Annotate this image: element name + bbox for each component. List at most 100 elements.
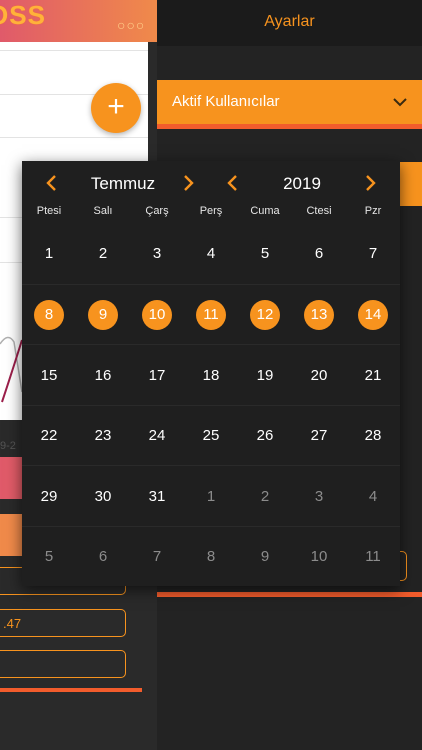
calendar-day-other-month[interactable]: 7 xyxy=(130,527,184,587)
calendar-day-label: 9 xyxy=(260,548,270,565)
calendar-day[interactable]: 7 xyxy=(346,223,400,283)
more-dots-icon[interactable]: ○○○ xyxy=(117,17,145,33)
calendar-day-label: 6 xyxy=(98,548,108,565)
calendar-day[interactable]: 4 xyxy=(184,223,238,283)
calendar-day-label: 9 xyxy=(88,299,118,330)
calendar-week-row: 15 16 17 18 19 20 21 xyxy=(22,344,400,405)
calendar-day[interactable]: 27 xyxy=(292,406,346,466)
calendar-day-selected[interactable]: 13 xyxy=(292,285,346,345)
card-divider xyxy=(0,50,148,51)
chevron-left-icon xyxy=(46,175,56,191)
calendar-day[interactable]: 5 xyxy=(238,223,292,283)
calendar-day-label: 14 xyxy=(358,299,388,330)
active-users-dropdown[interactable]: Aktif Kullanıcılar xyxy=(157,80,422,124)
calendar-day[interactable]: 26 xyxy=(238,406,292,466)
calendar-day-selected[interactable]: 12 xyxy=(238,285,292,345)
calendar-day-label: 28 xyxy=(364,427,382,444)
calendar-day-label: 29 xyxy=(40,487,58,505)
calendar-week-row: 29 30 31 1 2 3 4 xyxy=(22,465,400,526)
calendar-day-other-month[interactable]: 2 xyxy=(238,466,292,526)
calendar-day-selected[interactable]: 11 xyxy=(184,285,238,345)
calendar-day-label: 1 xyxy=(206,487,216,505)
app-logo: OSS xyxy=(0,0,46,30)
calendar-day-label: 25 xyxy=(202,427,220,444)
calendar-day-label: 7 xyxy=(152,548,162,565)
settings-underline xyxy=(157,592,422,597)
calendar-day[interactable]: 15 xyxy=(22,345,76,405)
calendar-day[interactable]: 31 xyxy=(130,466,184,526)
calendar-day[interactable]: 21 xyxy=(346,345,400,405)
calendar-day-label: 10 xyxy=(310,548,328,565)
calendar-day-selected[interactable]: 10 xyxy=(130,285,184,345)
calendar-day[interactable]: 29 xyxy=(22,466,76,526)
calendar-day-other-month[interactable]: 6 xyxy=(76,527,130,587)
dropdown-label: Aktif Kullanıcılar xyxy=(172,93,280,110)
calendar-day[interactable]: 25 xyxy=(184,406,238,466)
calendar-week-row: 5 6 7 8 9 10 11 xyxy=(22,525,400,587)
calendar-day-label: 20 xyxy=(310,366,328,384)
calendar-header: Temmuz 2019 xyxy=(22,161,400,205)
calendar-day-label: 13 xyxy=(304,299,334,330)
calendar-day[interactable]: 18 xyxy=(184,345,238,405)
calendar-day[interactable]: 17 xyxy=(130,345,184,405)
next-month-button[interactable] xyxy=(178,173,198,193)
calendar-day-selected[interactable]: 9 xyxy=(76,285,130,345)
calendar-day-other-month[interactable]: 4 xyxy=(346,466,400,526)
calendar-day[interactable]: 22 xyxy=(22,406,76,466)
calendar-day-label: 12 xyxy=(250,299,280,330)
calendar-day-label: 11 xyxy=(365,548,381,565)
calendar-day[interactable]: 24 xyxy=(130,406,184,466)
calendar-day[interactable]: 16 xyxy=(76,345,130,405)
graph-date-label: 9-2 xyxy=(0,440,16,452)
prev-year-button[interactable] xyxy=(223,173,243,193)
calendar-day-label: 4 xyxy=(368,487,378,505)
chevron-right-icon xyxy=(184,175,194,191)
calendar-day-label: 6 xyxy=(314,244,324,262)
calendar-day-selected[interactable]: 8 xyxy=(22,285,76,345)
calendar-day-selected[interactable]: 14 xyxy=(346,285,400,345)
calendar-day-other-month[interactable]: 10 xyxy=(292,527,346,587)
calendar-day[interactable]: 6 xyxy=(292,223,346,283)
add-button[interactable]: + xyxy=(91,83,141,133)
calendar-day-other-month[interactable]: 3 xyxy=(292,466,346,526)
calendar-day-label: 18 xyxy=(202,366,220,384)
calendar-day-label: 5 xyxy=(44,548,54,565)
calendar-day-other-month[interactable]: 5 xyxy=(22,527,76,587)
background-value-field[interactable]: .47 xyxy=(0,609,126,637)
field-value: .47 xyxy=(3,616,22,631)
background-field[interactable] xyxy=(0,650,126,678)
calendar-day[interactable]: 28 xyxy=(346,406,400,466)
calendar-day-label: 16 xyxy=(94,366,112,384)
calendar-day-label: 8 xyxy=(34,299,64,330)
calendar-day[interactable]: 2 xyxy=(76,223,130,283)
calendar-day-label: 10 xyxy=(142,299,172,330)
calendar-day-other-month[interactable]: 11 xyxy=(346,527,400,587)
date-picker-popup: Temmuz 2019 Ptesi Salı Çarş Perş Cuma Ct… xyxy=(22,161,400,586)
year-label: 2019 xyxy=(283,174,321,193)
calendar-week-row: 22 23 24 25 26 27 28 xyxy=(22,404,400,466)
calendar-week-row: 8 9 10 11 12 13 14 xyxy=(22,283,400,345)
calendar-day[interactable]: 1 xyxy=(22,223,76,283)
calendar-day-label: 31 xyxy=(148,487,166,505)
next-year-button[interactable] xyxy=(360,173,380,193)
calendar-day-label: 4 xyxy=(206,244,216,262)
calendar-day-label: 26 xyxy=(256,427,274,444)
calendar-day-other-month[interactable]: 9 xyxy=(238,527,292,587)
background-app-header: OSS ○○○ xyxy=(0,0,157,42)
calendar-day-other-month[interactable]: 1 xyxy=(184,466,238,526)
calendar-day[interactable]: 23 xyxy=(76,406,130,466)
calendar-day[interactable]: 3 xyxy=(130,223,184,283)
calendar-day-other-month[interactable]: 8 xyxy=(184,527,238,587)
calendar-day-label: 15 xyxy=(40,366,58,384)
card-divider xyxy=(0,137,148,138)
settings-nav-bar: Ayarlar xyxy=(157,0,422,46)
calendar-day[interactable]: 19 xyxy=(238,345,292,405)
plus-icon: + xyxy=(107,90,125,123)
prev-month-button[interactable] xyxy=(42,173,62,193)
calendar-day[interactable]: 20 xyxy=(292,345,346,405)
calendar-day-label: 17 xyxy=(148,366,166,384)
dropdown-underline xyxy=(157,124,422,129)
calendar-day[interactable]: 30 xyxy=(76,466,130,526)
background-underline xyxy=(0,688,142,692)
page-title: Ayarlar xyxy=(264,13,315,30)
